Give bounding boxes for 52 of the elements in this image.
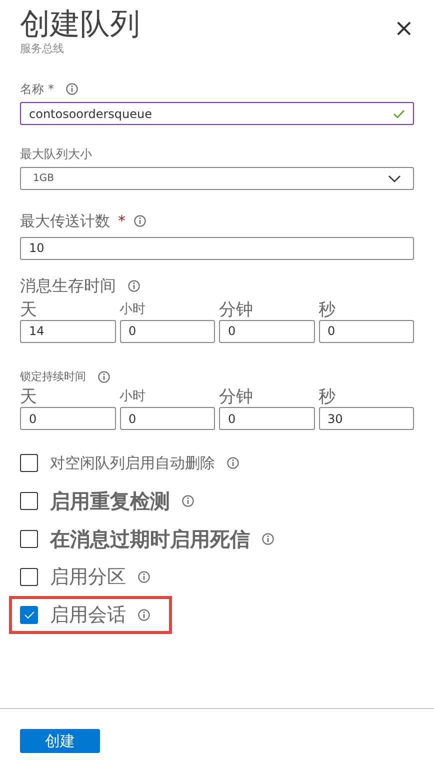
unit-label: 天	[20, 387, 38, 407]
unit-label: 小时	[120, 388, 146, 406]
checkbox[interactable]	[20, 606, 38, 624]
unit-label: 秒	[318, 300, 336, 320]
close-button[interactable]: ×	[394, 16, 414, 40]
option-label: 对空闲队列启用自动删除	[50, 452, 215, 474]
info-icon	[182, 495, 194, 507]
info-icon	[128, 280, 140, 292]
unit-label: 分钟	[219, 387, 254, 407]
field-label: 最大传送计数	[20, 211, 110, 232]
option-label: 在消息过期时启用死信	[50, 526, 250, 553]
duration-input[interactable]: 0	[20, 407, 116, 430]
option-label: 启用重复检测	[50, 488, 170, 515]
info-icon	[66, 83, 78, 95]
checkmark-icon	[24, 611, 34, 619]
duration-input[interactable]: 0	[120, 320, 215, 342]
info-icon	[138, 609, 150, 621]
checkbox[interactable]	[20, 454, 38, 472]
checkbox[interactable]	[20, 530, 38, 548]
option-label: 启用会话	[50, 602, 126, 628]
unit-label: 天	[20, 300, 38, 320]
unit-label: 秒	[318, 387, 336, 407]
required-mark: *	[118, 211, 126, 232]
required-mark: *	[48, 81, 54, 98]
name-input[interactable]: contosoordersqueue	[20, 102, 414, 125]
duration-input[interactable]: 0	[318, 320, 414, 342]
delivery-count-input[interactable]: 10	[20, 236, 414, 260]
create-button[interactable]: 创建	[20, 729, 100, 753]
info-icon	[262, 533, 274, 545]
duration-input[interactable]: 0	[219, 407, 314, 430]
unit-label: 分钟	[219, 300, 254, 320]
option-label: 启用分区	[50, 564, 126, 590]
panel-subtitle: 服务总线	[20, 42, 65, 56]
duration-input[interactable]: 0	[219, 320, 314, 342]
info-icon	[138, 571, 150, 583]
field-label: 消息生存时间	[20, 274, 116, 296]
unit-label: 小时	[120, 300, 146, 318]
info-icon	[98, 370, 110, 383]
field-label: 锁定持续时间	[20, 368, 86, 384]
checkmark-icon	[393, 108, 405, 118]
info-icon	[134, 215, 146, 228]
duration-input[interactable]: 30	[318, 407, 414, 430]
info-icon	[227, 457, 239, 469]
duration-input[interactable]: 14	[20, 320, 116, 342]
chevron-down-icon	[388, 174, 401, 182]
size-dropdown[interactable]: 1GB	[20, 167, 414, 190]
checkbox[interactable]	[20, 492, 38, 510]
panel-title: 创建队列	[20, 8, 140, 42]
duration-input[interactable]: 0	[120, 407, 215, 430]
field-label: 名称	[20, 81, 44, 98]
checkbox[interactable]	[20, 568, 38, 586]
field-label: 最大队列大小	[20, 146, 93, 163]
